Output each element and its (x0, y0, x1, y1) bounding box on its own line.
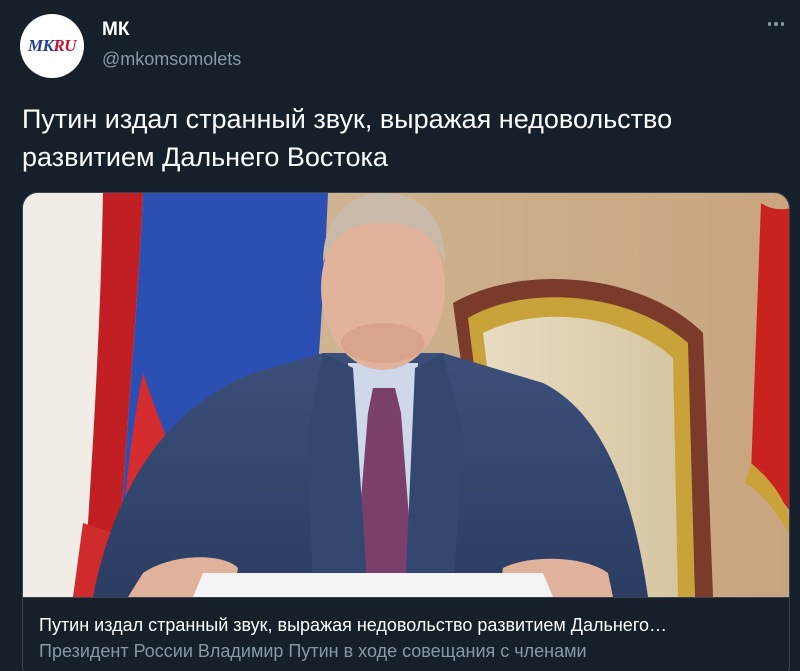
news-photo-icon (23, 193, 789, 597)
author-block[interactable]: МК @mkomsomolets (102, 18, 241, 70)
avatar[interactable]: MK RU (20, 14, 84, 78)
mkru-logo-icon: MK RU (27, 36, 77, 55)
card-image[interactable] (23, 193, 789, 597)
author-name[interactable]: МК (102, 18, 241, 42)
tweet-text: Путин издал странный звук, выражая недов… (22, 104, 673, 172)
card-title[interactable]: Путин издал странный звук, выражая недов… (39, 613, 769, 637)
author-handle[interactable]: @mkomsomolets (102, 48, 241, 70)
card-meta[interactable]: Путин издал странный звук, выражая недов… (23, 597, 789, 663)
more-dots-icon[interactable] (767, 22, 784, 26)
link-card[interactable]: Путин издал странный звук, выражая недов… (22, 192, 790, 671)
tweet[interactable]: MK RU МК @mkomsomolets Путин издал странн… (0, 0, 800, 671)
card-description: Президент России Владимир Путин в ходе с… (39, 641, 587, 661)
